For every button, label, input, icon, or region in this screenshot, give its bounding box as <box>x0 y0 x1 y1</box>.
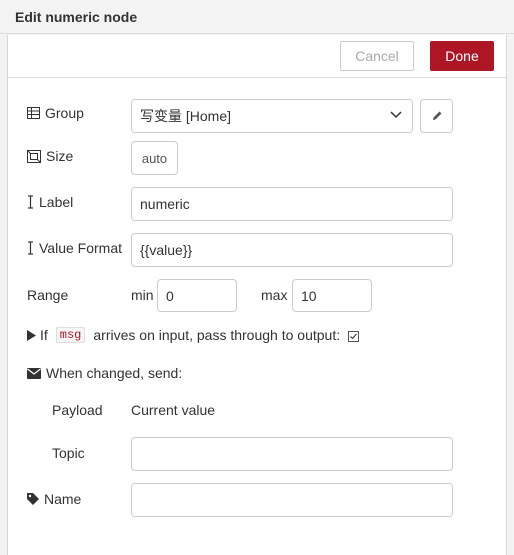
label-row-label: Label <box>27 194 73 210</box>
value-format-label: Value Format <box>39 240 122 256</box>
i-cursor-icon <box>27 241 34 255</box>
resize-icon <box>27 149 41 163</box>
payload-label: Payload <box>52 402 103 418</box>
range-max-input[interactable]: 10 <box>292 279 372 312</box>
payload-value: Current value <box>131 402 216 418</box>
group-select-value: 写变量 [Home] <box>140 108 232 124</box>
name-input[interactable] <box>131 483 453 517</box>
size-button[interactable]: auto <box>131 141 178 175</box>
pass-through-row: If msg arrives on input, pass through to… <box>27 327 360 343</box>
topic-input[interactable] <box>131 437 453 471</box>
edit-group-button[interactable] <box>420 99 453 133</box>
when-changed-row: When changed, send: <box>27 365 182 381</box>
label-input[interactable]: numeric <box>131 187 453 221</box>
group-select[interactable]: 写变量 [Home] <box>131 99 413 133</box>
label-label: Label <box>39 194 74 210</box>
when-changed-label: When changed, send: <box>46 365 183 381</box>
dialog-titlebar: Edit numeric node <box>0 0 514 34</box>
range-min-input[interactable]: 0 <box>157 279 237 312</box>
msg-tag: msg <box>55 327 86 343</box>
pass-through-text: arrives on input, pass through to output… <box>93 327 341 343</box>
cancel-button[interactable]: Cancel <box>340 41 414 71</box>
size-row-label: Size <box>27 148 73 164</box>
dialog-title: Edit numeric node <box>15 9 138 25</box>
topic-label: Topic <box>52 445 85 461</box>
group-row-label: Group <box>27 105 84 121</box>
table-icon <box>27 107 40 119</box>
i-cursor-icon <box>27 195 34 209</box>
range-max-label: max <box>261 287 288 303</box>
value-format-input[interactable]: {{value}} <box>131 233 453 267</box>
dialog-toolbar: Cancel Done <box>8 35 506 78</box>
pass-through-prefix: If <box>40 327 48 343</box>
range-min-label: min <box>131 287 154 303</box>
pencil-icon <box>431 110 443 122</box>
range-label: Range <box>27 287 69 303</box>
envelope-icon <box>27 367 41 379</box>
caret-right-icon <box>27 329 36 341</box>
done-button[interactable]: Done <box>430 41 494 71</box>
value-format-row-label: Value Format <box>27 240 122 256</box>
group-label: Group <box>45 105 84 121</box>
name-label: Name <box>44 491 82 507</box>
name-row-label: Name <box>27 491 81 507</box>
size-label: Size <box>46 148 74 164</box>
chevron-down-icon <box>390 111 402 119</box>
pass-through-checkbox[interactable] <box>348 330 360 342</box>
tag-icon <box>27 493 39 505</box>
